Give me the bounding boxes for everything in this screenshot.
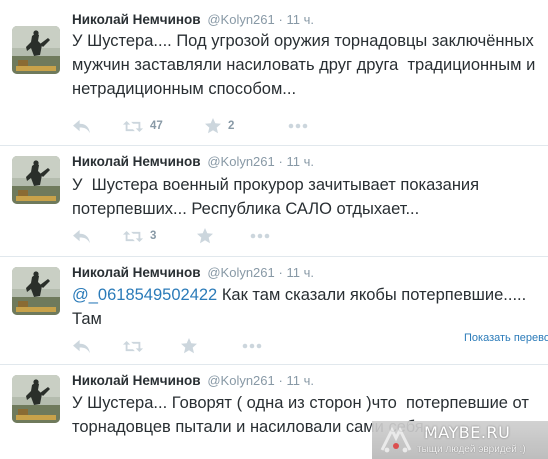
favorite-button[interactable]: 2 (204, 117, 288, 135)
mention-link[interactable]: @_0618549502422 (72, 286, 217, 304)
retweet-button[interactable]: 3 (122, 229, 196, 244)
author-handle[interactable]: @Kolyn261 (207, 12, 274, 27)
avatar[interactable] (12, 26, 60, 74)
reply-button[interactable] (72, 229, 122, 244)
tweet-text: У Шустера военный прокурор зачитывает по… (72, 176, 480, 218)
tweet-time[interactable]: · 11 ч. (279, 373, 314, 388)
author-name[interactable]: Николай Немчинов (72, 154, 201, 169)
more-icon (250, 233, 270, 239)
reply-icon (72, 119, 91, 134)
favorite-button[interactable] (180, 337, 242, 355)
star-icon (180, 337, 198, 355)
more-button[interactable] (242, 343, 262, 349)
author-handle[interactable]: @Kolyn261 (207, 265, 274, 280)
watermark-title: MAYBE.RU (424, 423, 511, 442)
avatar[interactable] (12, 156, 60, 204)
maybe-logo-icon (380, 426, 412, 453)
tweet-header: Николай Немчинов @Kolyn261 · 11 ч. (72, 265, 314, 280)
tweet-time[interactable]: · 11 ч. (279, 265, 314, 280)
more-icon (288, 123, 308, 129)
author-name[interactable]: Николай Немчинов (72, 265, 201, 280)
tweet[interactable]: Николай Немчинов @Kolyn261 · 11 ч. @_061… (0, 257, 548, 365)
reply-icon (72, 229, 91, 244)
avatar[interactable] (12, 267, 60, 315)
retweet-icon (122, 119, 144, 134)
tweet[interactable]: Николай Немчинов @Kolyn261 · 11 ч. У Шус… (0, 0, 548, 146)
tweet-text: У Шустера.... Под угрозой оружия торнадо… (72, 32, 536, 98)
favorite-button[interactable] (196, 227, 250, 245)
reply-icon (72, 339, 91, 354)
author-handle[interactable]: @Kolyn261 (207, 373, 274, 388)
star-icon (196, 227, 214, 245)
author-name[interactable]: Николай Немчинов (72, 12, 201, 27)
retweet-button[interactable]: 47 (122, 119, 204, 134)
tweet-text: @_0618549502422 Как там сказали якобы по… (72, 283, 548, 333)
author-handle[interactable]: @Kolyn261 (207, 154, 274, 169)
tweet-header: Николай Немчинов @Kolyn261 · 11 ч. (72, 12, 314, 27)
avatar[interactable] (12, 375, 60, 423)
tweet-actions: 3 (72, 227, 270, 245)
more-button[interactable] (250, 233, 270, 239)
tweet-time[interactable]: · 11 ч. (279, 12, 314, 27)
more-icon (242, 343, 262, 349)
tweet-header: Николай Немчинов @Kolyn261 · 11 ч. (72, 154, 314, 169)
tweet-actions (72, 337, 262, 355)
tweet[interactable]: Николай Немчинов @Kolyn261 · 11 ч. У Шус… (0, 146, 548, 257)
tweet-header: Николай Немчинов @Kolyn261 · 11 ч. (72, 373, 314, 388)
retweet-count: 47 (150, 120, 163, 132)
retweet-count: 3 (150, 230, 157, 242)
more-button[interactable] (288, 123, 308, 129)
show-translation-link[interactable]: Показать перевод (464, 332, 548, 344)
watermark-subtitle: тыщи людей эвридей :) (417, 444, 526, 455)
reply-button[interactable] (72, 339, 122, 354)
tweet-time[interactable]: · 11 ч. (279, 154, 314, 169)
reply-button[interactable] (72, 119, 122, 134)
star-icon (204, 117, 222, 135)
watermark: MAYBE.RU тыщи людей эвридей :) (372, 421, 548, 459)
author-name[interactable]: Николай Немчинов (72, 373, 201, 388)
retweet-button[interactable] (122, 339, 180, 354)
tweet-actions: 47 2 (72, 117, 308, 135)
favorite-count: 2 (228, 120, 235, 132)
retweet-icon (122, 339, 144, 354)
retweet-icon (122, 229, 144, 244)
